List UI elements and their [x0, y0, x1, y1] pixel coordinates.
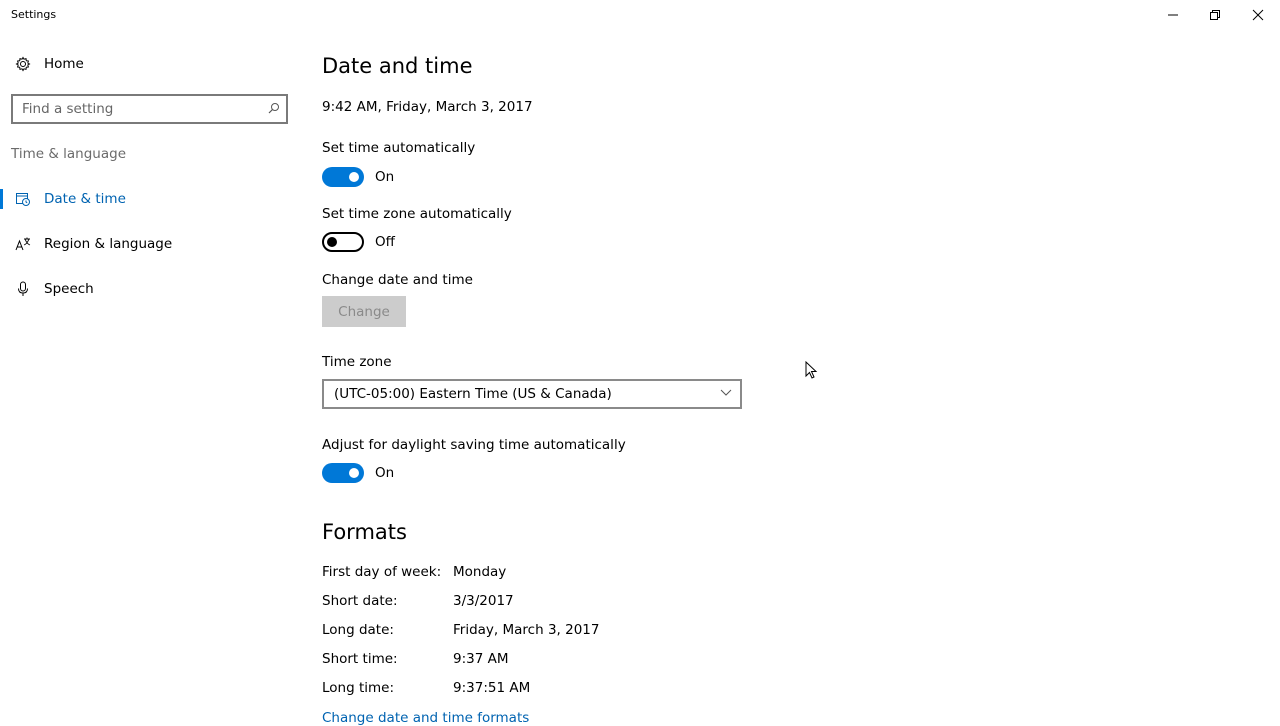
mouse-cursor-icon	[805, 361, 818, 379]
toggle-knob	[349, 468, 359, 478]
calendar-clock-icon	[16, 193, 30, 206]
change-formats-link[interactable]: Change date and time formats	[322, 710, 529, 726]
toggle-knob	[349, 172, 359, 182]
minimize-icon	[1168, 14, 1178, 16]
format-key: First day of week:	[322, 564, 442, 580]
restore-button[interactable]	[1192, 0, 1238, 30]
sidebar-item-region-language[interactable]: Region & language	[0, 224, 300, 264]
change-datetime-label: Change date and time	[322, 272, 473, 288]
change-button[interactable]: Change	[322, 296, 406, 327]
sidebar-item-date-time[interactable]: Date & time	[0, 179, 300, 219]
search-icon	[268, 103, 279, 114]
time-zone-label: Time zone	[322, 354, 392, 370]
format-value: Monday	[453, 564, 507, 580]
set-time-auto-toggle[interactable]	[322, 167, 364, 187]
set-time-auto-label: Set time automatically	[322, 140, 476, 156]
home-label: Home	[44, 56, 84, 72]
gear-icon	[15, 56, 31, 72]
close-button[interactable]	[1235, 0, 1280, 30]
format-key: Long time:	[322, 680, 395, 696]
microphone-icon	[18, 281, 28, 296]
minimize-button[interactable]	[1150, 0, 1196, 30]
format-value: 9:37:51 AM	[453, 680, 531, 696]
chevron-down-icon	[720, 389, 732, 396]
title-bar: Settings	[0, 0, 1280, 32]
restore-icon	[1210, 10, 1220, 20]
format-value: 9:37 AM	[453, 651, 509, 667]
sidebar-item-label: Date & time	[44, 191, 126, 207]
daylight-toggle[interactable]	[322, 463, 364, 483]
formats-title: Formats	[322, 520, 407, 544]
set-time-auto-state: On	[375, 169, 395, 185]
set-timezone-auto-state: Off	[375, 234, 395, 250]
section-label: Time & language	[11, 146, 127, 162]
toggle-knob	[327, 237, 337, 247]
sidebar-item-label: Speech	[44, 281, 94, 297]
page-title: Date and time	[322, 54, 473, 78]
format-value: Friday, March 3, 2017	[453, 622, 600, 638]
home-nav-item[interactable]: Home	[0, 44, 300, 84]
set-timezone-auto-toggle[interactable]	[322, 232, 364, 252]
search-input[interactable]	[22, 100, 252, 118]
daylight-state: On	[375, 465, 395, 481]
daylight-label: Adjust for daylight saving time automati…	[322, 437, 626, 453]
app-title: Settings	[11, 8, 57, 21]
close-icon	[1252, 9, 1264, 21]
language-icon	[15, 237, 31, 251]
sidebar-item-speech[interactable]: Speech	[0, 269, 300, 309]
time-zone-select[interactable]: (UTC-05:00) Eastern Time (US & Canada)	[322, 379, 742, 409]
format-key: Short time:	[322, 651, 398, 667]
set-timezone-auto-label: Set time zone automatically	[322, 206, 512, 222]
current-datetime: 9:42 AM, Friday, March 3, 2017	[322, 99, 533, 115]
sidebar-item-label: Region & language	[44, 236, 173, 252]
format-key: Long date:	[322, 622, 394, 638]
format-key: Short date:	[322, 593, 398, 609]
format-value: 3/3/2017	[453, 593, 514, 609]
search-box[interactable]	[11, 94, 288, 124]
time-zone-value: (UTC-05:00) Eastern Time (US & Canada)	[334, 386, 612, 402]
